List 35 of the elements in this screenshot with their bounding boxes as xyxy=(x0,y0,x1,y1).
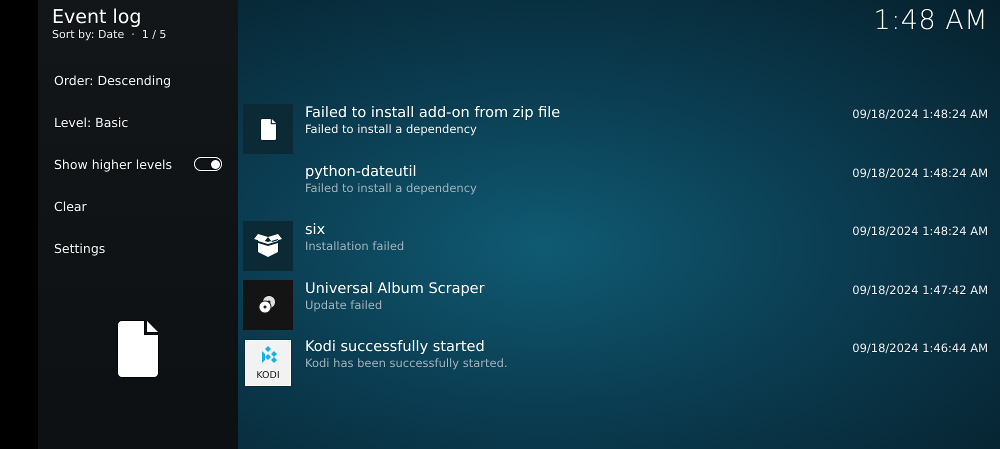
event-title: Universal Album Scraper xyxy=(305,280,486,298)
event-time: 09/18/2024 1:48:24 AM xyxy=(852,223,988,238)
event-title: Kodi successfully started xyxy=(305,338,486,356)
menu-item[interactable]: Settings xyxy=(38,227,238,269)
event-row[interactable]: KODI Kodi successfully started Kodi has been successfully started. 09/18/2024 1:46:44 AM xyxy=(243,338,988,388)
event-time: 09/18/2024 1:48:24 AM xyxy=(852,164,988,180)
event-row[interactable]: python-dateutil Failed to install a dependency 09/18/2024 1:48:24 AM xyxy=(243,162,988,212)
menu-label: Show higher levels xyxy=(54,156,172,172)
menu-item[interactable]: Show higher levels xyxy=(38,143,238,185)
menu-item[interactable]: Level: Basic xyxy=(38,101,238,143)
event-time: 09/18/2024 1:46:44 AM xyxy=(852,340,988,355)
window-title: Event log xyxy=(51,6,142,28)
file-icon xyxy=(260,118,276,140)
event-row[interactable]: Universal Album Scraper Update failed 09/18/2024 1:47:42 AM xyxy=(243,280,988,330)
event-row[interactable]: Failed to install add-on from zip file Failed to install a dependency 09/18/2024 1:48:24 AM xyxy=(243,104,988,154)
sort-info: Sort by: Date · 1 / 5 xyxy=(51,28,168,41)
menu-item[interactable]: Clear xyxy=(38,185,238,227)
discs-icon xyxy=(258,294,278,314)
toggle-switch[interactable] xyxy=(194,157,222,171)
event-time: 09/18/2024 1:47:42 AM xyxy=(852,282,988,296)
box-icon xyxy=(254,234,282,258)
event-time: 09/18/2024 1:48:24 AM xyxy=(852,106,988,121)
menu-item[interactable]: Order: Descending xyxy=(38,59,238,101)
event-title: python-dateutil xyxy=(305,162,418,180)
event-message: Kodi has been successfully started. xyxy=(305,356,509,371)
event-title: six xyxy=(305,221,326,239)
file-icon xyxy=(118,321,158,377)
event-row[interactable]: six Installation failed 09/18/2024 1:48:24 AM xyxy=(243,221,988,271)
event-title: Failed to install add-on from zip file xyxy=(305,104,562,122)
event-message: Failed to install a dependency xyxy=(305,180,478,196)
event-message: Update failed xyxy=(305,298,384,312)
event-message: Failed to install a dependency xyxy=(305,122,478,137)
kodi-logo: KODI xyxy=(245,340,291,386)
clock: 1:48 AM xyxy=(874,5,988,38)
event-message: Installation failed xyxy=(305,239,406,254)
